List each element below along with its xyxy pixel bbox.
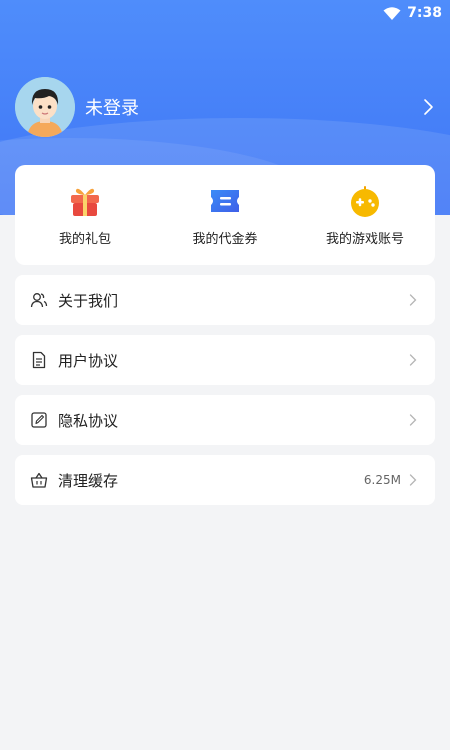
menu-item-trailing — [409, 293, 417, 307]
chevron-right-icon[interactable] — [421, 97, 435, 117]
basket-icon — [30, 472, 48, 488]
menu-item-about-us[interactable]: 关于我们 — [15, 275, 435, 325]
menu-item-trailing: 6.25M — [364, 473, 417, 487]
quick-action-label: 我的游戏账号 — [325, 231, 404, 247]
status-time: 7:38 — [407, 5, 442, 21]
avatar[interactable] — [15, 77, 75, 137]
chevron-right-icon — [409, 354, 417, 366]
menu-item-trailing — [409, 413, 417, 427]
menu-item-label: 清理缓存 — [58, 471, 119, 490]
menu-item-clear-cache[interactable]: 清理缓存 6.25M — [15, 455, 435, 505]
login-status-label[interactable]: 未登录 — [85, 94, 139, 120]
users-icon — [30, 293, 48, 308]
menu-item-trailing — [409, 353, 417, 367]
chevron-right-icon — [409, 294, 417, 306]
chevron-right-icon — [409, 414, 417, 426]
quick-action-game-accounts[interactable]: 我的游戏账号 — [300, 184, 430, 247]
document-icon — [32, 351, 46, 369]
voucher-icon — [211, 189, 239, 212]
quick-action-label: 我的礼包 — [58, 231, 111, 247]
menu-item-label: 关于我们 — [58, 291, 119, 310]
quick-action-vouchers[interactable]: 我的代金券 — [160, 184, 290, 247]
avatar-illustration — [15, 77, 75, 137]
game-controller-icon — [351, 185, 379, 217]
status-bar: 7:38 — [383, 4, 442, 22]
edit-document-icon — [31, 412, 47, 428]
quick-action-gifts[interactable]: 我的礼包 — [20, 184, 150, 247]
quick-actions-card: 我的礼包 我的代金券 我的游戏账号 — [15, 165, 435, 265]
quick-action-label: 我的代金券 — [192, 231, 258, 247]
chevron-right-icon — [409, 474, 417, 486]
cache-size-value: 6.25M — [363, 473, 401, 487]
menu-item-label: 用户协议 — [58, 351, 119, 370]
menu-item-user-agreement[interactable]: 用户协议 — [15, 335, 435, 385]
profile-row[interactable]: 未登录 — [15, 77, 435, 137]
wifi-icon — [383, 7, 401, 20]
menu-item-label: 隐私协议 — [58, 411, 119, 430]
gift-icon — [71, 188, 99, 216]
menu-item-privacy-policy[interactable]: 隐私协议 — [15, 395, 435, 445]
